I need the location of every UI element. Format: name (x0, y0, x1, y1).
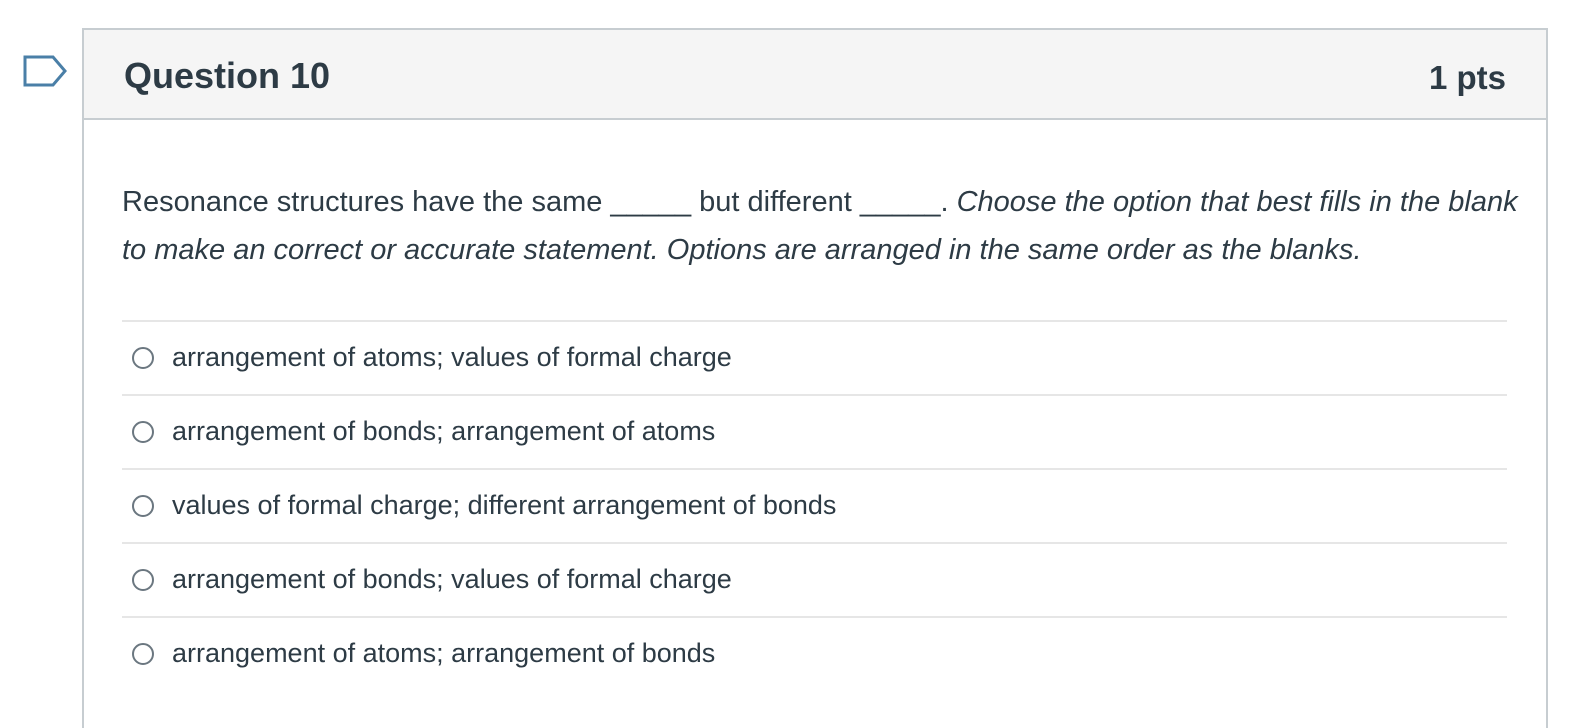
flag-question-icon[interactable] (23, 55, 67, 91)
question-points: 1 pts (1428, 59, 1506, 96)
answer-option-3[interactable]: values of formal charge; different arran… (122, 468, 1507, 542)
question-text: Resonance structures have the same _____… (122, 178, 1522, 274)
radio-button[interactable] (132, 569, 154, 591)
radio-button[interactable] (132, 495, 154, 517)
answer-option-5[interactable]: arrangement of atoms; arrangement of bon… (122, 616, 1507, 690)
answer-label[interactable]: values of formal charge; different arran… (172, 488, 836, 522)
answer-label[interactable]: arrangement of atoms; arrangement of bon… (172, 636, 715, 670)
radio-button[interactable] (132, 347, 154, 369)
radio-button[interactable] (132, 421, 154, 443)
answer-label[interactable]: arrangement of bonds; arrangement of ato… (172, 414, 715, 448)
answer-option-1[interactable]: arrangement of atoms; values of formal c… (122, 320, 1507, 394)
answer-option-4[interactable]: arrangement of bonds; values of formal c… (122, 542, 1507, 616)
question-title: Question 10 (124, 55, 331, 96)
question-text-plain: Resonance structures have the same _____… (122, 186, 949, 218)
answer-label[interactable]: arrangement of atoms; values of formal c… (172, 340, 732, 374)
answer-list: arrangement of atoms; values of formal c… (122, 320, 1507, 690)
question-header: Question 10 1 pts (84, 30, 1546, 120)
radio-button[interactable] (132, 643, 154, 665)
answer-option-2[interactable]: arrangement of bonds; arrangement of ato… (122, 394, 1507, 468)
answer-label[interactable]: arrangement of bonds; values of formal c… (172, 562, 732, 596)
